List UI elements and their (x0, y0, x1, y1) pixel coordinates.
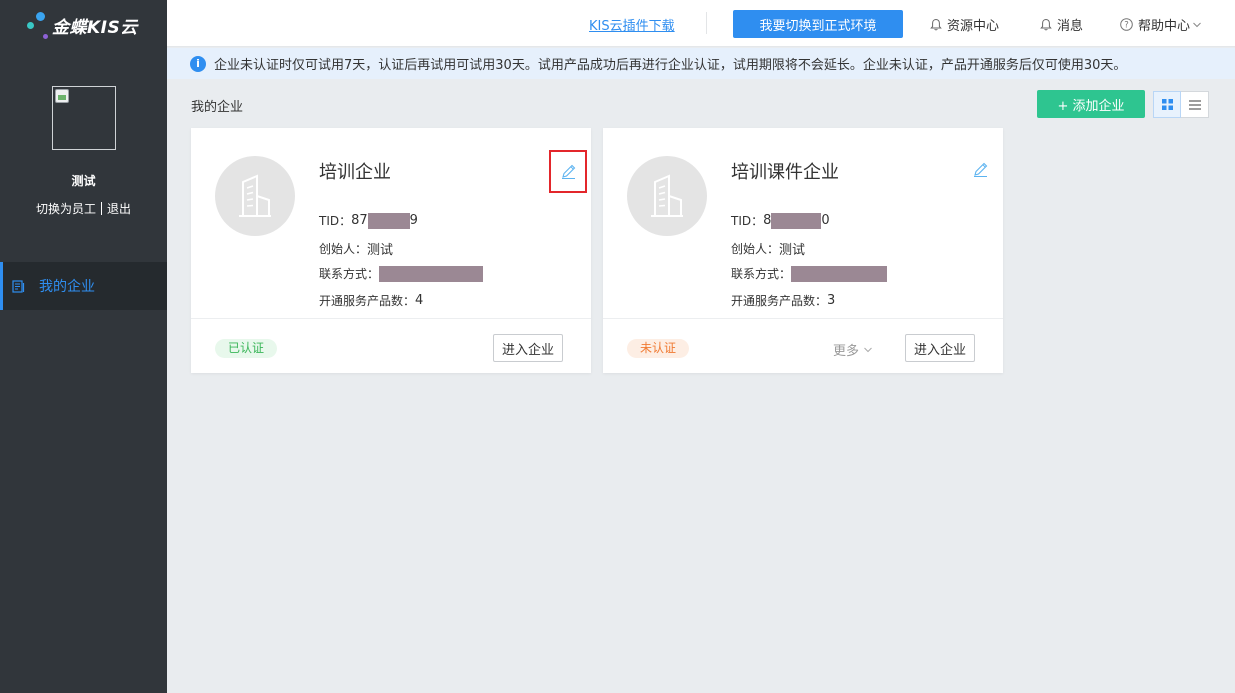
brand-name: 金蝶KIS云 (52, 17, 138, 38)
company-name: 培训课件企业 (731, 162, 839, 183)
founder-value: 测试 (367, 243, 394, 258)
founder-label: 创始人： (319, 242, 368, 256)
chevron-down-icon (1193, 22, 1201, 27)
list-view-button[interactable] (1181, 91, 1209, 118)
divider (706, 12, 707, 34)
products-label: 开通服务产品数： (731, 294, 828, 308)
list-icon (1188, 99, 1201, 110)
user-name: 测试 (71, 174, 96, 188)
contact-row: 联系方式： (319, 265, 484, 282)
founder-row: 创始人： 测试 (731, 239, 805, 258)
pencil-icon (973, 162, 987, 177)
switch-to-employee-link[interactable]: 切换为员工 (36, 202, 96, 216)
redacted-block (771, 212, 822, 229)
sidebar-item-label: 我的企业 (39, 279, 95, 295)
resource-center-label: 资源中心 (947, 19, 1000, 34)
building-icon (239, 174, 271, 217)
products-row: 开通服务产品数： 4 (319, 292, 423, 309)
founder-row: 创始人： 测试 (319, 239, 393, 258)
help-circle-icon: ? (1120, 18, 1133, 31)
divider (101, 202, 102, 215)
tid-row: TID： 8 0 (731, 212, 830, 229)
sidebar-item-my-companies[interactable]: 我的企业 (0, 262, 167, 310)
document-icon (12, 279, 25, 293)
logout-link[interactable]: 退出 (107, 202, 131, 216)
products-row: 开通服务产品数： 3 (731, 292, 835, 309)
status-badge: 已认证 (215, 339, 278, 358)
add-company-button[interactable]: + 添加企业 (1037, 90, 1145, 118)
tid-label: TID： (731, 214, 764, 228)
help-center-label: 帮助中心 (1138, 19, 1191, 34)
pencil-icon (561, 164, 575, 179)
grid-view-button[interactable] (1153, 91, 1181, 118)
top-bar: KIS云插件下载 我要切换到正式环境 资源中心 消息 ? 帮助中心 (167, 0, 1235, 47)
plugin-download-link[interactable]: KIS云插件下载 (589, 15, 675, 34)
page-title: 我的企业 (191, 100, 244, 115)
products-count: 3 (827, 293, 836, 308)
brand-logo[interactable]: 金蝶KIS云 (26, 10, 138, 40)
enter-company-button[interactable]: 进入企业 (493, 334, 564, 362)
founder-label: 创始人： (731, 242, 780, 256)
company-logo (215, 156, 295, 236)
card-footer: 未认证 更多 进入企业 (603, 318, 1003, 373)
more-label: 更多 (833, 344, 860, 359)
bell-icon (1040, 18, 1052, 31)
tid-row: TID： 87 9 (319, 212, 418, 229)
redacted-block (367, 212, 410, 229)
broken-image-icon (55, 89, 69, 103)
bell-icon (930, 18, 942, 31)
company-logo (627, 156, 707, 236)
sidebar: 金蝶KIS云 测试 切换为员工 退出 我的企业 (0, 0, 167, 693)
card-footer: 已认证 进入企业 (191, 318, 591, 373)
products-label: 开通服务产品数： (319, 294, 416, 308)
building-icon (651, 174, 683, 217)
resource-center-link[interactable]: 资源中心 (930, 15, 999, 34)
edit-company-button[interactable] (969, 158, 991, 180)
contact-label: 联系方式： (731, 267, 792, 281)
notice-bar: i 企业未认证时仅可试用7天，认证后再试用可试用30天。试用产品成功后再进行企业… (167, 48, 1235, 79)
messages-label: 消息 (1057, 19, 1084, 34)
avatar (52, 86, 116, 150)
redacted-block (791, 265, 888, 282)
svg-text:?: ? (1124, 21, 1129, 31)
tid-suffix: 0 (821, 213, 830, 228)
tid-suffix: 9 (409, 213, 418, 228)
user-actions: 切换为员工 退出 (0, 200, 167, 217)
enter-company-button[interactable]: 进入企业 (905, 334, 976, 362)
grid-icon (1161, 99, 1173, 110)
brand-logo-icon (26, 10, 48, 40)
redacted-block (379, 265, 484, 282)
info-icon: i (190, 55, 206, 72)
company-card: 培训企业 TID： 87 9 创始人： 测试 联系方式： 开通服务产品数： 4 … (191, 128, 591, 373)
status-badge: 未认证 (627, 339, 690, 358)
messages-link[interactable]: 消息 (1040, 15, 1083, 34)
company-card: 培训课件企业 TID： 8 0 创始人： 测试 联系方式： 开通服务产品数： 3… (603, 128, 1003, 373)
more-dropdown[interactable]: 更多 (833, 340, 873, 359)
help-center-dropdown[interactable]: ? 帮助中心 (1120, 15, 1207, 34)
company-name: 培训企业 (319, 162, 391, 183)
contact-row: 联系方式： (731, 265, 888, 282)
tid-prefix: 87 (351, 213, 368, 228)
chevron-down-icon (864, 347, 872, 352)
edit-company-button[interactable] (549, 150, 587, 193)
switch-environment-button[interactable]: 我要切换到正式环境 (733, 10, 903, 38)
notice-text: 企业未认证时仅可试用7天，认证后再试用可试用30天。试用产品成功后再进行企业认证… (214, 58, 1127, 73)
founder-value: 测试 (779, 243, 806, 258)
contact-label: 联系方式： (319, 267, 380, 281)
products-count: 4 (415, 293, 424, 308)
tid-prefix: 8 (763, 213, 772, 228)
tid-label: TID： (319, 214, 352, 228)
view-toggle (1153, 91, 1209, 118)
